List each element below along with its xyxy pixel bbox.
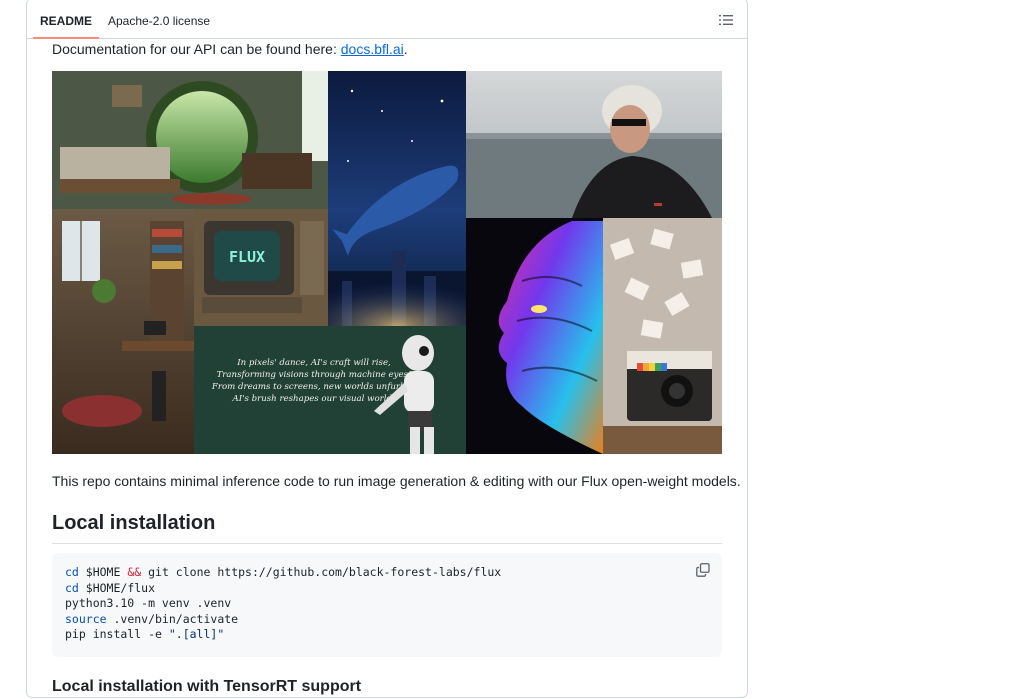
poem-line-4: AI's brush reshapes our visual world!: [232, 394, 396, 404]
install-code-block: cd $HOME && git clone https://github.com…: [52, 553, 722, 657]
poem-line-1: In pixels' dance, AI's craft will rise,: [236, 358, 391, 368]
heading-local-installation: Local installation: [52, 509, 722, 544]
copy-button[interactable]: [696, 563, 712, 579]
code-token: cd: [65, 565, 79, 579]
code-token: git clone https://github.com/black-fores…: [141, 565, 502, 579]
docs-link[interactable]: docs.bfl.ai: [341, 41, 404, 57]
readme-panel: README Apache-2.0 license Documentation …: [26, 0, 748, 698]
code-token: pip install -e: [65, 627, 169, 642]
readme-tabbar: README Apache-2.0 license: [27, 0, 747, 39]
list-unordered-icon: [719, 15, 733, 25]
copy-icon: [696, 563, 710, 577]
code-token: $HOME/flux: [78, 580, 156, 595]
flux-screen-text: FLUX: [229, 248, 265, 266]
repo-description: This repo contains minimal inference cod…: [52, 473, 741, 489]
heading-tensorrt-installation: Local installation with TensorRT support: [52, 678, 362, 695]
code-token: &&: [127, 565, 142, 579]
tab-readme[interactable]: README: [33, 7, 100, 39]
doc-suffix: .: [403, 41, 408, 57]
poem-line-3: From dreams to screens, new worlds unfur…: [211, 382, 416, 392]
install-code[interactable]: cd $HOME && git clone https://github.com…: [65, 565, 709, 643]
code-token: ".[all]": [168, 627, 225, 642]
code-token: cd: [65, 580, 79, 595]
outline-button[interactable]: [715, 9, 737, 31]
code-token: python3.10 -m venv .venv: [65, 596, 232, 611]
poem-line-2: Transforming visions through machine eye…: [217, 370, 412, 380]
tab-license[interactable]: Apache-2.0 license: [101, 7, 217, 37]
code-token: .venv/bin/activate: [106, 611, 239, 626]
flux-sample-collage: FLUX In pixels' dance, AI's craft will r…: [52, 71, 722, 454]
code-token: source: [65, 611, 107, 626]
doc-paragraph: Documentation for our API can be found h…: [52, 39, 408, 59]
doc-text: Documentation for our API can be found h…: [52, 41, 341, 57]
code-token: $HOME: [78, 565, 128, 579]
collage-image: FLUX In pixels' dance, AI's craft will r…: [52, 71, 722, 454]
